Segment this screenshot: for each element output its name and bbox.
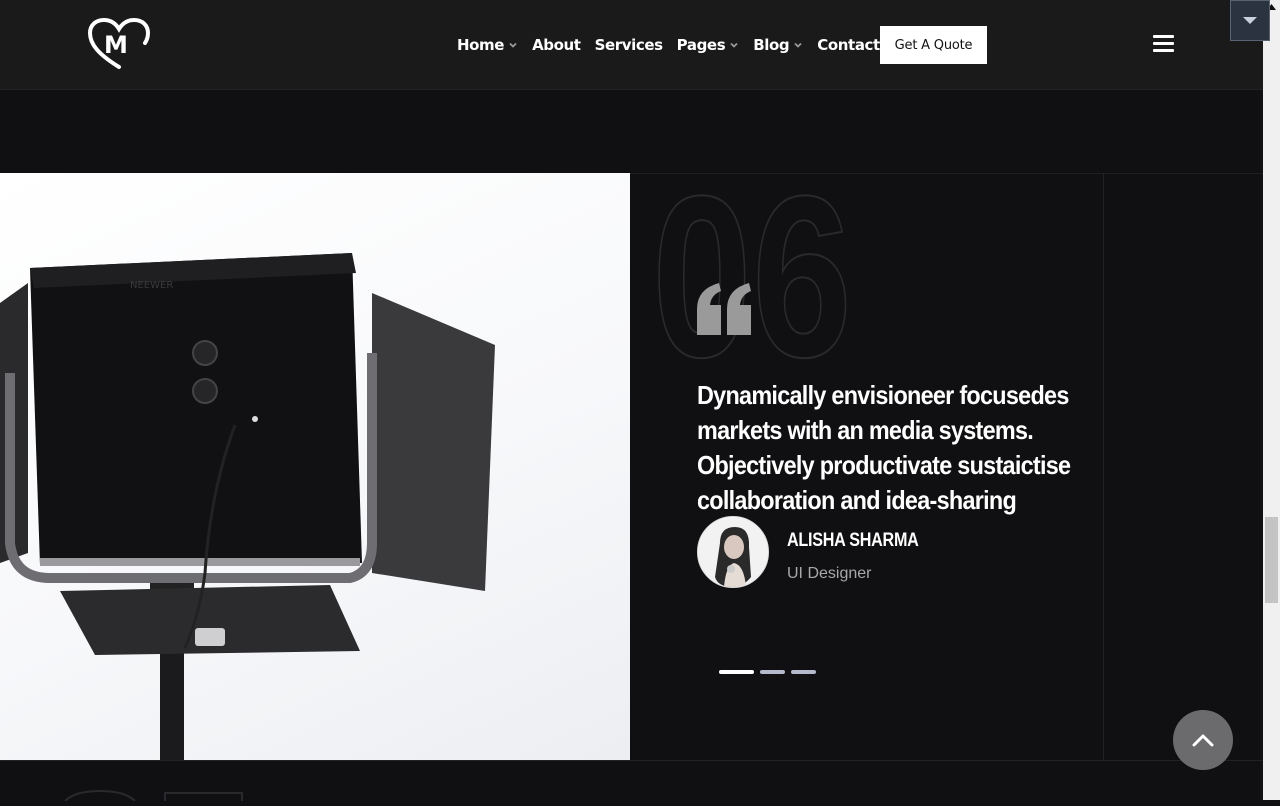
- author-name: ALISHA SHARMA: [787, 530, 919, 551]
- nav-item-label: Contact: [817, 35, 880, 54]
- nav-item-pages[interactable]: Pages: [677, 36, 740, 54]
- quote-icon: [697, 283, 751, 335]
- site-header: M Home About Services Pages Blog Contact Get …: [0, 0, 1263, 90]
- author-role: UI Designer: [787, 565, 872, 582]
- next-section: [0, 760, 1263, 802]
- chevron-down-icon: [730, 42, 738, 48]
- chevron-down-icon: [794, 42, 802, 48]
- svg-text:06: 06: [652, 178, 852, 368]
- testimonial-quote: Dynamically envisioneer focusedes market…: [697, 380, 1071, 515]
- studio-light-photo: NEEWER: [0, 173, 630, 760]
- nav-item-contact[interactable]: Contact: [817, 36, 880, 54]
- main-nav: Home About Services Pages Blog Contact: [457, 0, 880, 89]
- get-a-quote-button[interactable]: Get A Quote: [880, 26, 987, 64]
- nav-item-about[interactable]: About: [532, 36, 581, 54]
- avatar: [697, 516, 769, 588]
- nav-item-blog[interactable]: Blog: [753, 36, 803, 54]
- slider-dot[interactable]: [791, 670, 816, 674]
- slider-dot[interactable]: [760, 670, 785, 674]
- caret-down-icon: [1243, 16, 1257, 24]
- nav-item-label: Pages: [676, 35, 726, 54]
- logo-heart-icon[interactable]: M: [88, 18, 150, 70]
- nav-item-services[interactable]: Services: [595, 36, 663, 54]
- svg-text:NEEWER: NEEWER: [130, 280, 173, 291]
- slider-dot[interactable]: [719, 670, 754, 674]
- dropdown-toggle[interactable]: [1230, 0, 1270, 41]
- chevron-up-icon: [1192, 734, 1214, 747]
- hamburger-icon[interactable]: [1153, 35, 1174, 53]
- scrollbar[interactable]: [1263, 0, 1280, 800]
- nav-item-label: Blog: [753, 35, 790, 54]
- chevron-down-icon: [509, 42, 517, 48]
- nav-item-label: Services: [594, 35, 663, 54]
- svg-text:M: M: [104, 31, 128, 59]
- nav-item-home[interactable]: Home: [457, 36, 518, 54]
- nav-item-label: Home: [457, 35, 505, 54]
- testimonial-number: 06: [652, 178, 853, 368]
- scrollbar-thumb[interactable]: [1265, 517, 1278, 603]
- scroll-to-top-button[interactable]: [1173, 710, 1233, 770]
- nav-item-label: About: [532, 35, 581, 54]
